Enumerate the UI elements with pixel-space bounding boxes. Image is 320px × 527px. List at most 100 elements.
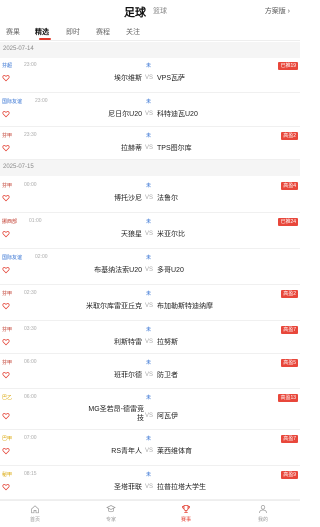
date-header: 2025-07-15 [0, 160, 300, 176]
match-row[interactable]: 国际友谊 02:00 未布基纳法索U20 VS 多哥U20 [0, 249, 300, 285]
match-row[interactable]: 国际友谊 23:00 未尼日尔U20 VS 科特迪瓦U20 [0, 93, 300, 127]
vs-label: VS [145, 484, 154, 490]
home-team: 米取尔库雷亚丘克 [86, 303, 142, 310]
home-team: RS青年人 [111, 448, 142, 455]
home-team: 圣塔菲联 [114, 484, 142, 491]
plan-version-label: 方案版 [264, 8, 286, 15]
favorite-heart-icon[interactable] [2, 302, 10, 310]
favorite-heart-icon[interactable] [2, 371, 10, 379]
vs-label: VS [145, 339, 154, 345]
tab-schedule[interactable]: 赛程 [96, 27, 110, 37]
match-status: 未 [146, 327, 152, 333]
home-team: 尼日尔U20 [108, 111, 142, 118]
home-team: 利斯特雷 [114, 339, 142, 346]
vs-label: VS [145, 448, 154, 454]
recommend-badge: 高盈13 [278, 394, 298, 402]
recommend-badge: 高盈2 [281, 290, 298, 298]
vs-label: VS [145, 231, 154, 237]
match-row[interactable]: 芬甲 06:00 未 高盈5 班菲尔德 VS 防卫者 [0, 354, 300, 389]
league-label: 国际友谊 [2, 255, 23, 261]
tab-featured[interactable]: 精选 [35, 27, 49, 37]
away-team: 阿瓦伊 [157, 413, 178, 420]
league-label: 巴乙 [2, 395, 13, 401]
nav-events[interactable]: 赛事 [166, 504, 206, 523]
bottom-nav: 首页 专家 赛事 我的 [0, 500, 300, 527]
match-row[interactable]: 芬甲 00:00 未 高盈4 博托沙尼 VS 法鲁尔 [0, 177, 300, 213]
away-team: 拉努斯 [157, 339, 178, 346]
match-time: 03:30 [24, 326, 37, 332]
away-team: 莱西维体育 [157, 448, 192, 455]
nav-expert[interactable]: 专家 [91, 504, 131, 523]
vs-label: VS [145, 75, 154, 81]
match-row[interactable]: 巴甲 07:00 未 高盈7 RS青年人 VS 莱西维体育 [0, 430, 300, 466]
chevron-right-icon: › [285, 8, 290, 15]
nav-events-label: 赛事 [180, 517, 191, 523]
league-label: 国际友谊 [2, 99, 23, 105]
match-row[interactable]: 芬超 23:00 未 已推19 埃尔维斯 VS VPS瓦萨 [0, 57, 300, 93]
match-row[interactable]: 挪西部 01:00 未 已推24 天狼星 VS 米亚尔比 [0, 213, 300, 249]
match-status: 未 [146, 360, 152, 366]
home-icon [31, 505, 39, 514]
sport-tab-football[interactable]: 足球 [124, 4, 146, 20]
favorite-heart-icon[interactable] [2, 74, 10, 82]
match-status: 未 [146, 219, 152, 225]
match-status: 未 [146, 472, 152, 478]
top-bar: 足球 篮球 方案版 › [0, 0, 300, 22]
home-team: 班菲尔德 [114, 372, 142, 379]
away-team: 多哥U20 [157, 267, 184, 274]
away-team: TPS图尔库 [157, 145, 192, 152]
away-team: 米亚尔比 [157, 231, 185, 238]
match-status: 未 [146, 183, 152, 189]
recommend-badge: 已推19 [278, 62, 298, 70]
favorite-heart-icon[interactable] [2, 144, 10, 152]
away-team: 布加勒斯特迪纳摩 [157, 303, 213, 310]
favorite-heart-icon[interactable] [2, 110, 10, 118]
match-time: 02:30 [24, 290, 37, 296]
tab-live[interactable]: 即时 [66, 27, 80, 37]
match-time: 23:00 [24, 62, 37, 68]
match-time: 01:00 [29, 218, 42, 224]
away-team: VPS瓦萨 [157, 75, 186, 82]
match-row[interactable]: 巴乙 06:00 未 高盈13 MG圣若昂-德雷竞技 VS 阿瓦伊 [0, 389, 300, 430]
league-label: 秘甲 [2, 472, 13, 478]
nav-home[interactable]: 首页 [15, 504, 55, 523]
favorite-heart-icon[interactable] [2, 230, 10, 238]
vs-label: VS [145, 267, 154, 273]
plan-version-link[interactable]: 方案版 › [265, 6, 290, 16]
home-team: 天狼星 [121, 231, 142, 238]
match-row[interactable]: 芬甲 03:30 未 高盈7 利斯特雷 VS 拉努斯 [0, 321, 300, 354]
vs-label: VS [145, 372, 154, 378]
nav-profile[interactable]: 我的 [243, 504, 283, 523]
vs-label: VS [145, 145, 154, 151]
match-status: 未 [146, 133, 152, 139]
home-team: 博托沙尼 [114, 195, 142, 202]
league-label: 芬甲 [2, 360, 13, 366]
date-header: 2025-07-14 [0, 42, 300, 58]
filter-tabs: 赛果 精选 即时 赛程 关注 [0, 24, 300, 41]
league-label: 芬甲 [2, 327, 13, 333]
away-team: 防卫者 [157, 372, 178, 379]
favorite-heart-icon[interactable] [2, 194, 10, 202]
date-label: 2025-07-14 [3, 46, 34, 52]
favorite-heart-icon[interactable] [2, 483, 10, 491]
match-time: 02:00 [35, 254, 48, 260]
match-status: 未 [146, 436, 152, 442]
favorite-heart-icon[interactable] [2, 338, 10, 346]
favorite-heart-icon[interactable] [2, 266, 10, 274]
match-status: 未 [146, 395, 152, 401]
nav-expert-label: 专家 [105, 517, 116, 523]
user-icon [259, 505, 267, 514]
match-time: 06:00 [24, 359, 37, 365]
tab-results[interactable]: 赛果 [6, 27, 20, 37]
league-label: 芬甲 [2, 291, 13, 297]
tab-following[interactable]: 关注 [126, 27, 140, 37]
sport-tab-basketball[interactable]: 篮球 [153, 6, 167, 16]
favorite-heart-icon[interactable] [2, 412, 10, 420]
home-team: 布基纳法索U20 [94, 267, 142, 274]
vs-label: VS [145, 195, 154, 201]
match-row[interactable]: 芬甲 23:30 未 高盈2 拉赫蒂 VS TPS图尔库 [0, 127, 300, 160]
favorite-heart-icon[interactable] [2, 447, 10, 455]
home-team: 拉赫蒂 [121, 145, 142, 152]
match-row[interactable]: 芬甲 02:30 未 高盈2 米取尔库雷亚丘克 VS 布加勒斯特迪纳摩 [0, 285, 300, 321]
match-row[interactable]: 秘甲 08:15 未 高盈9 圣塔菲联 VS 拉普拉塔大学生 [0, 466, 300, 500]
